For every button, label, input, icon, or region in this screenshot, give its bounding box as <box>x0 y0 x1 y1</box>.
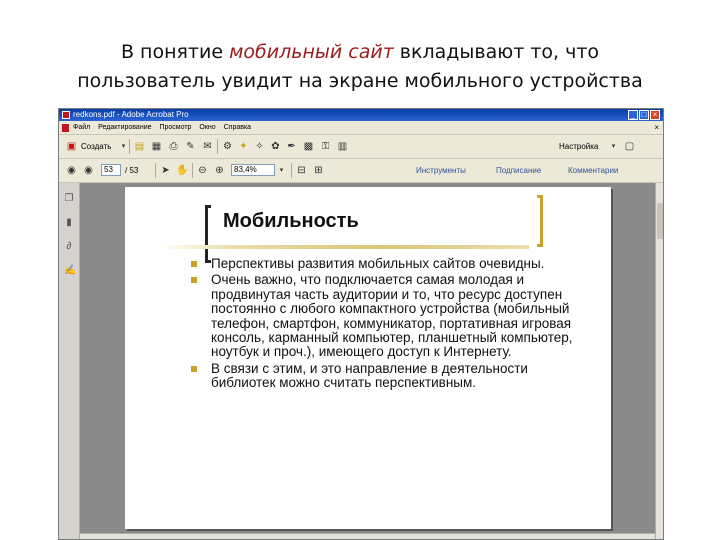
print-icon[interactable]: ⎙ <box>167 140 180 153</box>
hand-tool-icon[interactable]: ✋ <box>176 164 189 177</box>
scrollbar-thumb[interactable] <box>657 203 663 239</box>
stamp-icon[interactable]: ✿ <box>269 140 282 153</box>
pen-icon[interactable]: ✒ <box>285 140 298 153</box>
edit-document-icon[interactable]: ✎ <box>184 140 197 153</box>
zoom-in-icon[interactable]: ⊕ <box>213 164 226 177</box>
bullet-list: Перспективы развития мобильных сайтов оч… <box>187 256 587 393</box>
bullet-text: Очень важно, что подключается самая моло… <box>211 272 573 360</box>
slide-title-line-2: пользователь увидит на экране мобильного… <box>77 70 643 92</box>
zoom-out-icon[interactable]: ⊖ <box>196 164 209 177</box>
document-icon <box>62 124 69 132</box>
menu-view[interactable]: Просмотр <box>159 124 191 131</box>
acrobat-app-icon <box>62 111 70 119</box>
bullet-marker <box>191 261 197 267</box>
toolbar-separator <box>217 139 218 154</box>
signatures-icon[interactable]: ✍ <box>64 265 76 276</box>
form-icon[interactable]: ▥ <box>336 140 349 153</box>
tools-link[interactable]: Инструменты <box>416 164 466 177</box>
create-button[interactable]: Создать <box>81 140 111 153</box>
bullet-text: Перспективы развития мобильных сайтов оч… <box>211 256 545 271</box>
right-bracket-decoration <box>537 195 543 247</box>
title-text-2: вкладывают то, что <box>393 41 600 63</box>
list-item: В связи с этим, и это направление в деят… <box>187 360 587 391</box>
pdf-page: Мобильность Перспективы развития мобильн… <box>125 187 611 529</box>
list-item: Очень важно, что подключается самая моло… <box>187 273 587 359</box>
open-folder-icon[interactable]: ▤ <box>133 140 146 153</box>
next-page-icon[interactable]: ◉ <box>82 164 95 177</box>
comments-link[interactable]: Комментарии <box>568 164 618 177</box>
select-tool-icon[interactable]: ➤ <box>159 164 172 177</box>
customize-chevron-icon[interactable]: ▾ <box>607 140 620 153</box>
page-heading: Мобильность <box>223 210 359 232</box>
save-icon[interactable]: ▦ <box>150 140 163 153</box>
bookmarks-icon[interactable]: ▮ <box>64 217 74 228</box>
main-toolbar: ▣ Создать ▾ ▤ ▦ ⎙ ✎ ✉ ⚙ ✦ ✧ ✿ ✒ ▩ ⚿ ▥ На… <box>59 135 663 159</box>
previous-page-icon[interactable]: ◉ <box>65 164 78 177</box>
window-titlebar: redkons.pdf - Adobe Acrobat Pro _ □ × <box>59 109 663 121</box>
menu-window[interactable]: Окно <box>199 124 215 131</box>
slide-title-line-1: В понятие мобильный сайт вкладывают то, … <box>0 38 720 67</box>
bullet-marker <box>191 277 197 284</box>
toolbar-separator <box>192 163 193 178</box>
maximize-button[interactable]: □ <box>639 110 649 120</box>
bullet-text: В связи с этим, и это направление в деят… <box>211 360 528 391</box>
menu-help[interactable]: Справка <box>224 124 251 131</box>
zoom-chevron-icon[interactable]: ▾ <box>275 164 288 177</box>
attachments-icon[interactable]: ∂ <box>64 241 74 252</box>
menu-bar: Файл Редактирование Просмотр Окно Справк… <box>59 121 663 135</box>
window-title: redkons.pdf - Adobe Acrobat Pro <box>73 110 189 119</box>
vertical-scrollbar[interactable] <box>655 183 663 539</box>
title-emphasis: мобильный сайт <box>229 41 394 63</box>
fit-width-icon[interactable]: ⊟ <box>295 164 308 177</box>
acrobat-window: redkons.pdf - Adobe Acrobat Pro _ □ × Фа… <box>58 108 664 540</box>
security-icon[interactable]: ⚿ <box>319 140 332 153</box>
toolbar-separator <box>155 163 156 178</box>
close-window-button[interactable]: × <box>650 110 660 120</box>
document-viewport[interactable]: Мобильность Перспективы развития мобильн… <box>80 183 655 533</box>
pages-panel-icon[interactable]: ❐ <box>64 193 74 204</box>
settings-gear-icon[interactable]: ⚙ <box>221 140 234 153</box>
title-text-1: В понятие <box>120 41 230 63</box>
panel-toggle-icon[interactable]: ▢ <box>623 140 636 153</box>
toolbar-separator <box>291 163 292 178</box>
page-total: / 53 <box>125 166 139 175</box>
zoom-level-select[interactable]: 83,4% <box>231 164 275 176</box>
menu-file[interactable]: Файл <box>73 124 90 131</box>
slide-title: В понятие мобильный сайт вкладывают то, … <box>0 38 720 96</box>
navigation-panel: ❐ ▮ ∂ ✍ <box>59 183 80 539</box>
document-close-icon[interactable]: × <box>654 121 659 134</box>
customize-button[interactable]: Настройка <box>559 140 598 153</box>
minimize-button[interactable]: _ <box>628 110 638 120</box>
sign-link[interactable]: Подписание <box>496 164 541 177</box>
comment-icon[interactable]: ✦ <box>237 140 250 153</box>
fit-page-icon[interactable]: ⊞ <box>312 164 325 177</box>
horizontal-scrollbar[interactable] <box>80 533 655 539</box>
list-item: Перспективы развития мобильных сайтов оч… <box>187 256 587 271</box>
bullet-marker <box>191 365 197 372</box>
attach-icon[interactable]: ✧ <box>253 140 266 153</box>
heading-rule <box>161 245 529 249</box>
email-icon[interactable]: ✉ <box>201 140 214 153</box>
left-bracket-decoration <box>205 205 211 263</box>
page-number-input[interactable]: 53 <box>101 164 121 176</box>
navigation-toolbar: ◉ ◉ 53 / 53 ➤ ✋ ⊖ ⊕ 83,4% ▾ ⊟ ⊞ Инструме… <box>59 159 663 183</box>
menu-edit[interactable]: Редактирование <box>98 124 151 131</box>
create-pdf-icon: ▣ <box>66 141 77 152</box>
grid-icon[interactable]: ▩ <box>302 140 315 153</box>
toolbar-separator <box>129 139 130 154</box>
